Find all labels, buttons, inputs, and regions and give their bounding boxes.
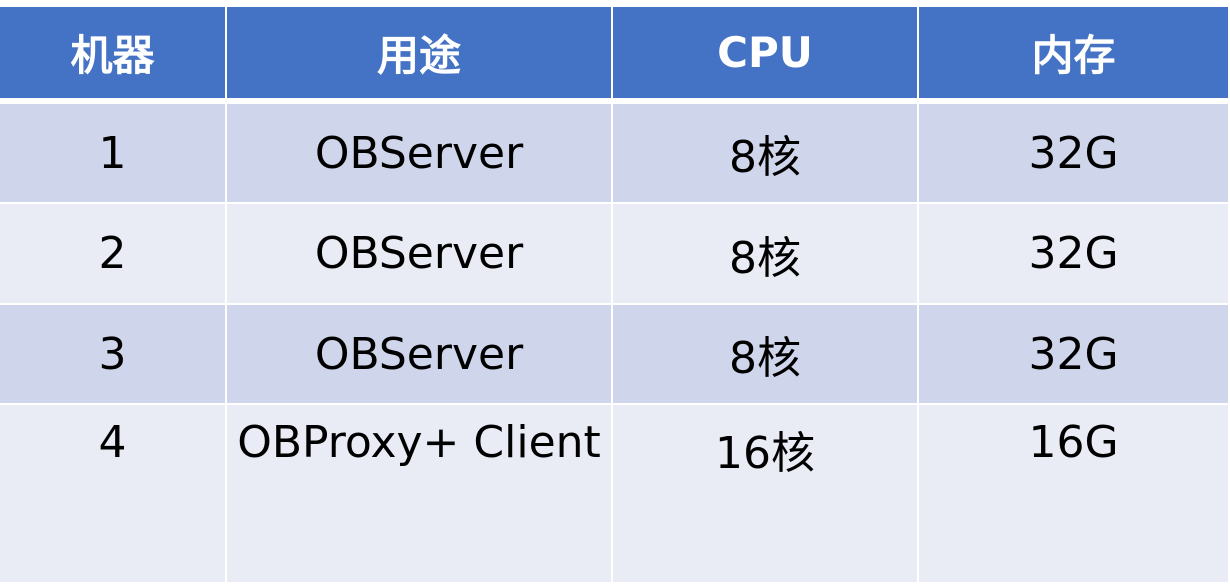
machine-spec-table: 机器 用途 CPU 内存 1 OBServer 8核 32G 2 OBServe…: [0, 7, 1228, 582]
cell-machine: 3: [0, 304, 227, 406]
cell-cpu: 8核: [613, 104, 919, 205]
table-row: 1 OBServer 8核 32G: [0, 104, 1228, 205]
cell-cpu: 8核: [613, 204, 919, 305]
cell-cpu: 16核: [613, 405, 919, 582]
header-row: 机器 用途 CPU 内存: [0, 7, 1228, 104]
cell-cpu: 8核: [613, 304, 919, 406]
cell-memory: 32G: [919, 204, 1228, 305]
table-row: 4 OBProxy+ Client 16核 16G: [0, 405, 1228, 582]
header-machine: 机器: [0, 7, 227, 104]
cell-purpose: OBServer: [227, 304, 613, 406]
page: 机器 用途 CPU 内存 1 OBServer 8核 32G 2 OBServe…: [0, 0, 1230, 584]
header-purpose: 用途: [227, 7, 613, 104]
cell-purpose: OBProxy+ Client: [227, 405, 613, 582]
cell-machine: 1: [0, 104, 227, 205]
table-header: 机器 用途 CPU 内存: [0, 7, 1228, 104]
cell-machine: 4: [0, 405, 227, 582]
cell-purpose: OBServer: [227, 204, 613, 305]
cell-memory: 32G: [919, 304, 1228, 406]
header-memory: 内存: [919, 7, 1228, 104]
cell-machine: 2: [0, 204, 227, 305]
header-cpu: CPU: [613, 7, 919, 104]
table-row: 2 OBServer 8核 32G: [0, 204, 1228, 305]
table-row: 3 OBServer 8核 32G: [0, 304, 1228, 406]
cell-memory: 32G: [919, 104, 1228, 205]
cell-memory: 16G: [919, 405, 1228, 582]
cell-purpose: OBServer: [227, 104, 613, 205]
table-body: 1 OBServer 8核 32G 2 OBServer 8核 32G 3 OB…: [0, 104, 1228, 582]
